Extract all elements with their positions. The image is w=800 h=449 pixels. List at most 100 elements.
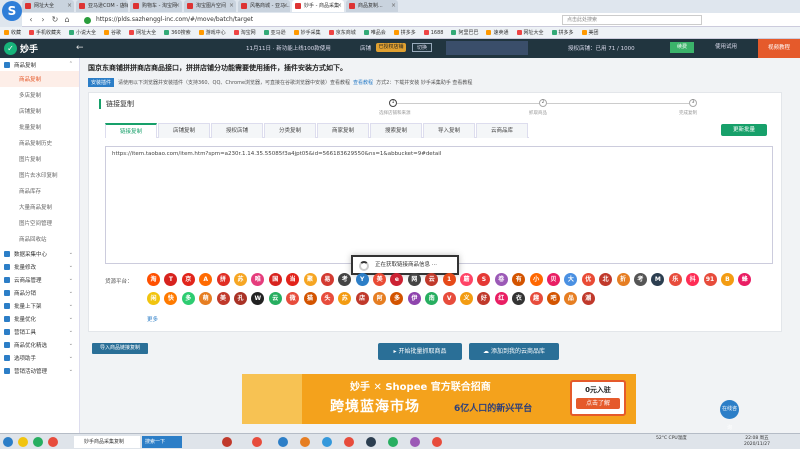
bookmark-item[interactable]: 京东商城 bbox=[328, 29, 356, 36]
sidebar-group[interactable]: 营销工具 ⌄ bbox=[0, 325, 79, 338]
platform-icon[interactable]: 优 bbox=[581, 273, 595, 286]
sidebar-group[interactable]: 商品优化精选 ⌄ bbox=[0, 338, 79, 351]
close-tab-icon[interactable]: × bbox=[337, 0, 342, 12]
bookmark-item[interactable]: 游戏中心 bbox=[198, 29, 226, 36]
platform-icon[interactable]: 多 bbox=[181, 292, 195, 305]
platform-icon[interactable]: 卷 bbox=[494, 273, 508, 286]
platform-icon[interactable]: 苏 bbox=[338, 292, 352, 305]
platform-icon[interactable]: 淘 bbox=[147, 273, 160, 286]
app-logo[interactable]: ✓ 妙手 bbox=[4, 42, 38, 55]
browser-tab[interactable]: 淘宝图片空间 × bbox=[184, 0, 236, 12]
platform-icon[interactable]: 好 bbox=[477, 292, 491, 305]
start-batch-fetch-button[interactable]: ▸ 开始批量抓取商品 bbox=[378, 343, 462, 360]
platform-icon[interactable]: 有 bbox=[512, 273, 526, 286]
platform-icon[interactable]: 聚 bbox=[303, 273, 317, 286]
bookmark-item[interactable]: 阿里巴巴 bbox=[451, 29, 478, 36]
sidebar-group[interactable]: 选项助手 ⌄ bbox=[0, 351, 79, 364]
platform-icon[interactable]: W bbox=[251, 292, 265, 305]
close-tab-icon[interactable]: × bbox=[229, 0, 234, 12]
platform-icon[interactable]: 当 bbox=[286, 273, 300, 286]
ad-learn-more-button[interactable]: 点击了解 bbox=[576, 398, 620, 409]
platform-icon[interactable]: 阿 bbox=[373, 292, 387, 305]
platform-icon[interactable]: 云 bbox=[425, 273, 439, 286]
platform-icon[interactable]: 考 bbox=[338, 273, 352, 286]
add-to-cloud-library-button[interactable]: ☁ 添加到我的云商品库 bbox=[469, 343, 559, 360]
sidebar-item[interactable]: 店铺复制 bbox=[0, 103, 79, 119]
app-icon[interactable] bbox=[344, 437, 354, 447]
online-consult-button[interactable]: 在线咨询 bbox=[720, 400, 739, 431]
copy-mode-tab[interactable]: 分类复制 bbox=[264, 123, 316, 138]
copy-mode-tab[interactable]: 店铺复制 bbox=[158, 123, 210, 138]
platform-icon[interactable]: 网 bbox=[407, 273, 421, 286]
header-notice[interactable]: 11月11日 · 新功能上线100款使用 bbox=[246, 44, 331, 52]
browser-tab[interactable]: 风格商城 - 亚马... × bbox=[238, 0, 290, 12]
browser-tab[interactable]: 妙手 - 商品采集 × bbox=[292, 0, 344, 12]
platform-icon[interactable]: 1 bbox=[442, 273, 456, 286]
switch-shop-button[interactable]: 切换 bbox=[412, 43, 432, 52]
copy-mode-tab[interactable]: 云商品库 bbox=[476, 123, 528, 138]
bookmark-item[interactable]: 小说大全 bbox=[69, 29, 96, 36]
explorer-icon[interactable] bbox=[18, 437, 28, 447]
platform-icon[interactable]: M bbox=[651, 273, 665, 286]
bookmark-item[interactable]: 妙手采集 bbox=[293, 29, 321, 36]
back-icon[interactable]: ‹ bbox=[26, 15, 36, 25]
bookmark-item[interactable]: 收藏 bbox=[4, 29, 21, 36]
install-plugin-badge[interactable]: 安装插件 bbox=[88, 78, 115, 87]
platform-icon[interactable]: 潮 bbox=[581, 292, 595, 305]
sidebar-group[interactable]: 云商品管理 ⌄ bbox=[0, 273, 79, 286]
platform-icon[interactable]: 小 bbox=[529, 273, 543, 286]
platform-icon[interactable]: 考 bbox=[633, 273, 647, 286]
renew-button[interactable]: 续费 bbox=[670, 42, 694, 53]
platform-icon[interactable]: 品 bbox=[564, 292, 578, 305]
sidebar-group[interactable]: 商品复制 ⌃ bbox=[0, 58, 79, 71]
platform-icon[interactable]: 萌 bbox=[199, 292, 213, 305]
platform-icon[interactable]: T bbox=[164, 273, 178, 286]
sidebar-item[interactable]: 图片去水印复制 bbox=[0, 167, 79, 183]
firefox-icon[interactable] bbox=[300, 437, 310, 447]
platform-icon[interactable]: 多 bbox=[390, 292, 404, 305]
sidebar-item[interactable]: 图片复制 bbox=[0, 151, 79, 167]
bookmark-item[interactable]: 手机收藏夹 bbox=[29, 29, 61, 36]
app-icon[interactable] bbox=[252, 437, 262, 447]
sidebar-group[interactable]: 批量修改 ⌄ bbox=[0, 260, 79, 273]
platform-icon[interactable]: 微 bbox=[286, 292, 300, 305]
close-tab-icon[interactable]: × bbox=[391, 0, 396, 12]
app-icon[interactable] bbox=[410, 437, 420, 447]
sidebar-group[interactable]: 批量优化 ⌄ bbox=[0, 312, 79, 325]
app-icon[interactable] bbox=[366, 437, 376, 447]
platform-icon[interactable]: 吧 bbox=[546, 292, 560, 305]
platform-icon[interactable]: Y bbox=[355, 273, 369, 286]
close-tab-icon[interactable]: × bbox=[121, 0, 126, 12]
platform-icon[interactable]: 猫 bbox=[303, 292, 317, 305]
sidebar-group[interactable]: 商品分销 ⌄ bbox=[0, 286, 79, 299]
video-course-button[interactable]: 视频教程 bbox=[758, 39, 800, 58]
import-links-button[interactable]: 导入商品链接复制 bbox=[92, 343, 148, 354]
app-icon[interactable] bbox=[48, 437, 58, 447]
platform-icon[interactable]: 折 bbox=[616, 273, 630, 286]
platform-icon[interactable]: 衣 bbox=[512, 292, 526, 305]
url-field[interactable]: https://plds.sazhenggl-inc.com/#/move/ba… bbox=[84, 15, 514, 25]
platform-icon[interactable]: 易 bbox=[320, 273, 334, 286]
platform-icon[interactable]: 拼 bbox=[216, 273, 230, 286]
platform-icon[interactable]: 快 bbox=[164, 292, 178, 305]
platform-icon[interactable]: 国 bbox=[268, 273, 282, 286]
sidebar-item[interactable]: 商品复制历史 bbox=[0, 135, 79, 151]
platform-icon[interactable]: S bbox=[477, 273, 491, 286]
browser-search-input[interactable]: 点击此处搜索 bbox=[562, 15, 702, 25]
bookmark-item[interactable]: 亚马逊 bbox=[263, 29, 286, 36]
sidebar-item[interactable]: 大量商品复制 bbox=[0, 199, 79, 215]
wechat-icon[interactable] bbox=[388, 437, 398, 447]
bookmark-item[interactable]: 360搜索 bbox=[164, 29, 191, 36]
close-tab-icon[interactable]: × bbox=[175, 0, 180, 12]
bookmark-item[interactable]: 拼多多 bbox=[393, 29, 416, 36]
bookmark-item[interactable]: 网址大全 bbox=[129, 29, 156, 36]
platform-icon[interactable]: 云 bbox=[268, 292, 282, 305]
platform-icon[interactable]: V bbox=[442, 292, 456, 305]
platform-icon[interactable]: 贝 bbox=[546, 273, 560, 286]
platform-icon[interactable]: 闲 bbox=[147, 292, 160, 305]
browser-logo-icon[interactable]: S bbox=[2, 1, 22, 21]
sidebar-item[interactable]: 图片空间管理 bbox=[0, 215, 79, 231]
start-icon[interactable] bbox=[3, 437, 13, 447]
copy-mode-tab[interactable]: 商家复制 bbox=[317, 123, 369, 138]
platform-icon[interactable]: 乐 bbox=[668, 273, 682, 286]
